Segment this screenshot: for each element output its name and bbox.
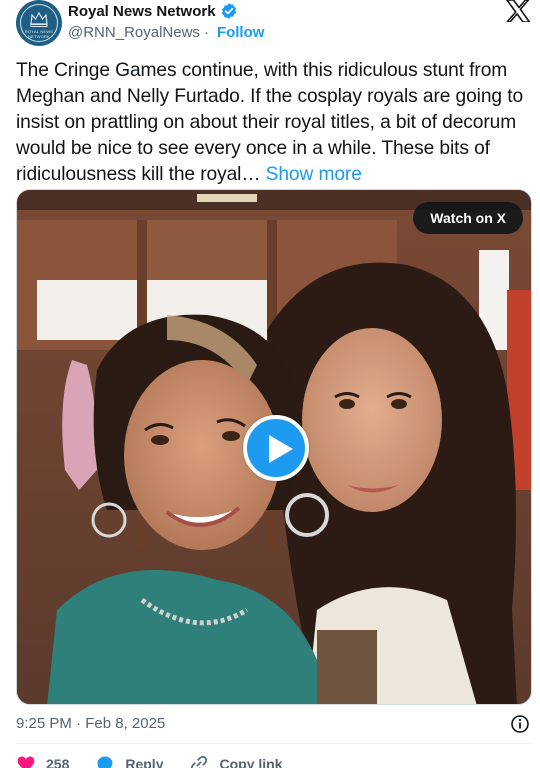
like-button[interactable]: 258 <box>16 754 69 768</box>
copy-link-label: Copy link <box>219 756 283 768</box>
tweet-timestamp[interactable]: 9:25 PM · Feb 8, 2025 <box>16 715 165 732</box>
watch-on-x-button[interactable]: Watch on X <box>413 202 523 234</box>
x-logo-icon[interactable] <box>506 0 530 22</box>
copy-link-button[interactable]: Copy link <box>189 754 283 768</box>
video-thumbnail[interactable]: Watch on X <box>16 189 532 705</box>
heart-icon <box>17 756 35 768</box>
account-avatar[interactable]: ROYAL NEWS NETWORK <box>16 0 62 46</box>
like-count: 258 <box>46 756 70 768</box>
avatar-text: ROYAL NEWS NETWORK <box>24 29 54 39</box>
tweet-actions: 258 Reply Copy link <box>16 752 309 768</box>
verified-badge-icon <box>221 3 236 19</box>
tweet-header: ROYAL NEWS NETWORK Royal News Network @R… <box>16 0 532 48</box>
tweet-meta: 9:25 PM · Feb 8, 2025 <box>16 713 532 735</box>
link-icon <box>191 756 208 768</box>
show-more-link[interactable]: Show more <box>266 164 362 185</box>
play-button[interactable] <box>243 415 309 481</box>
reply-label: Reply <box>125 756 164 768</box>
display-name[interactable]: Royal News Network <box>68 3 216 20</box>
follow-button[interactable]: Follow <box>217 24 265 41</box>
play-icon <box>269 435 293 463</box>
reply-bubble-icon <box>97 756 113 768</box>
name-row: Royal News Network <box>68 1 238 21</box>
reply-button[interactable]: Reply <box>95 754 163 768</box>
account-handle[interactable]: @RNN_RoyalNews <box>68 24 200 41</box>
info-icon[interactable] <box>510 714 530 734</box>
separator-dot: · <box>203 24 209 41</box>
crown-icon <box>30 11 48 27</box>
tweet-text: The Cringe Games continue, with this rid… <box>16 58 528 188</box>
divider <box>16 743 532 744</box>
handle-row: @RNN_RoyalNews · Follow <box>68 24 264 41</box>
